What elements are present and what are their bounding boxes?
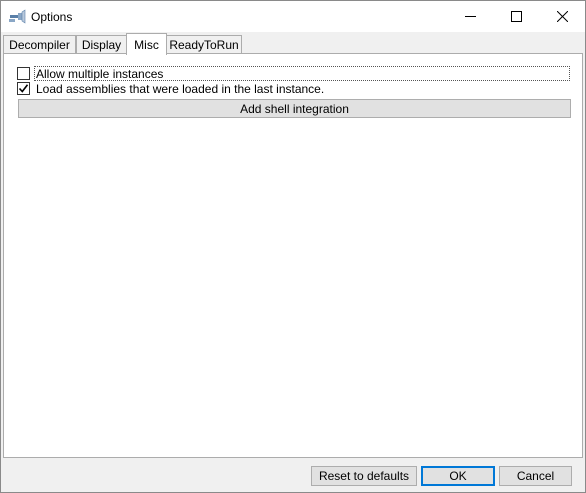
tab-label: Display — [81, 38, 122, 52]
checkmark-icon — [18, 84, 29, 93]
title-bar[interactable]: Options — [1, 1, 585, 32]
minimize-button[interactable] — [447, 1, 493, 32]
tab-label: Decompiler — [9, 38, 70, 52]
tab-misc[interactable]: Misc — [126, 33, 167, 55]
allow-multiple-instances-checkbox[interactable]: Allow multiple instances — [17, 66, 163, 81]
ok-button[interactable]: OK — [421, 466, 495, 486]
tab-decompiler[interactable]: Decompiler — [3, 35, 76, 54]
reset-to-defaults-button[interactable]: Reset to defaults — [311, 466, 417, 486]
cancel-button[interactable]: Cancel — [499, 466, 572, 486]
misc-tab-page: Allow multiple instances Load assemblies… — [3, 53, 583, 458]
maximize-icon — [510, 11, 522, 22]
close-button[interactable] — [539, 1, 585, 32]
add-shell-integration-button[interactable]: Add shell integration — [18, 99, 571, 118]
checkbox-box[interactable] — [17, 82, 30, 95]
options-dialog: Options Decompiler Display Misc ReadyToR… — [0, 0, 586, 493]
settings-app-icon — [9, 9, 26, 24]
minimize-icon — [464, 16, 476, 17]
tab-readytorun[interactable]: ReadyToRun — [166, 35, 242, 54]
checkbox-box[interactable] — [17, 67, 30, 80]
load-assemblies-checkbox[interactable]: Load assemblies that were loaded in the … — [17, 81, 324, 96]
maximize-button[interactable] — [493, 1, 539, 32]
tab-display[interactable]: Display — [76, 35, 127, 54]
checkbox-label: Load assemblies that were loaded in the … — [36, 81, 325, 96]
tab-label: Misc — [134, 37, 159, 52]
checkbox-label: Allow multiple instances — [36, 66, 164, 81]
close-icon — [556, 11, 568, 22]
tab-label: ReadyToRun — [169, 38, 239, 52]
window-title: Options — [31, 10, 73, 24]
